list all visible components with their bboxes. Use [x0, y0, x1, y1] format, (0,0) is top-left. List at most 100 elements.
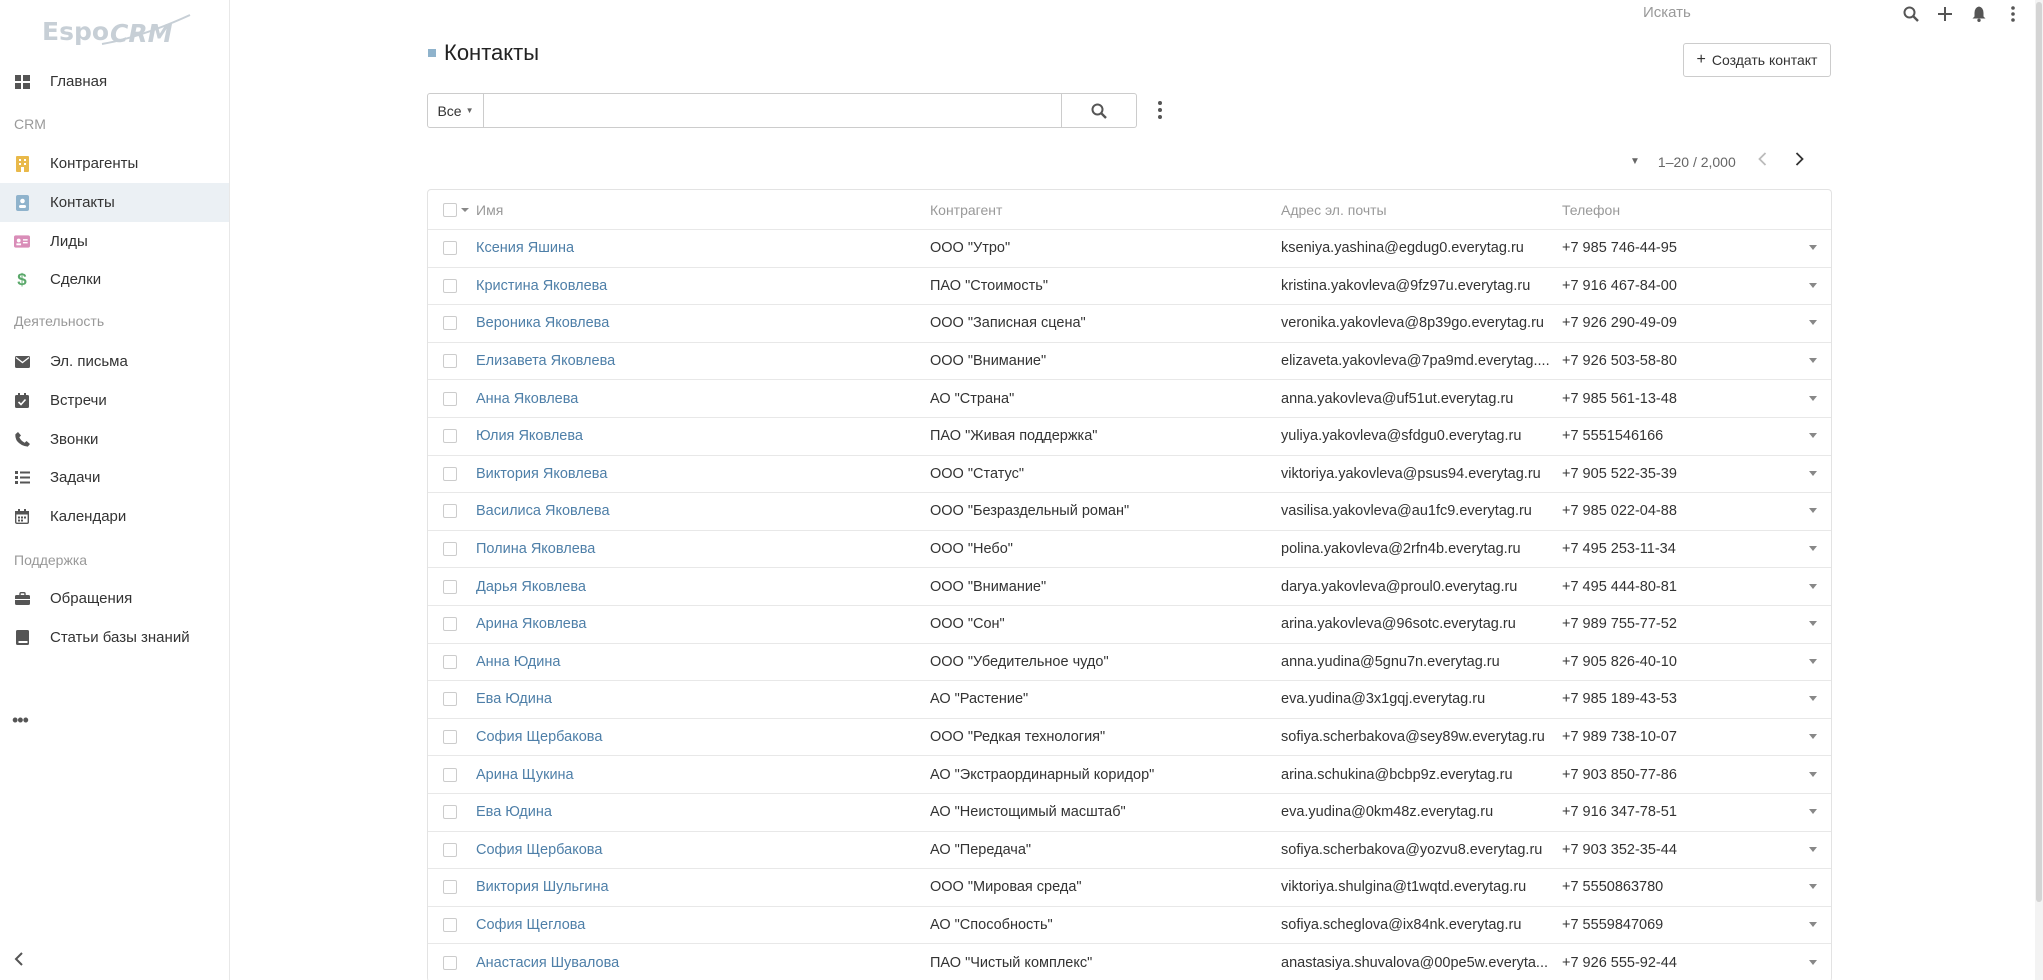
- contact-name-link[interactable]: Анна Яковлева: [476, 391, 916, 407]
- row-actions-dropdown-icon[interactable]: [1809, 696, 1817, 702]
- column-header-account[interactable]: Контрагент: [930, 202, 1270, 218]
- row-checkbox[interactable]: [443, 692, 457, 707]
- contact-name-link[interactable]: Виктория Шульгина: [476, 879, 916, 895]
- row-actions-dropdown-icon[interactable]: [1809, 282, 1817, 288]
- sidebar-item-opportunities[interactable]: $ Сделки: [0, 260, 229, 299]
- sidebar-item-calendar[interactable]: Календари: [0, 497, 229, 536]
- kebab-menu-icon[interactable]: [2005, 6, 2021, 22]
- row-checkbox[interactable]: [443, 842, 457, 857]
- row-actions-dropdown-icon[interactable]: [1809, 395, 1817, 401]
- filter-search-button[interactable]: [1062, 93, 1137, 128]
- filter-options-icon[interactable]: [1153, 98, 1167, 122]
- row-checkbox[interactable]: [443, 466, 457, 481]
- espocrm-logo[interactable]: Espo CRM: [42, 12, 192, 52]
- table-row: Полина Яковлева ООО "Небо" polina.yakovlev…: [428, 531, 1831, 569]
- page-scrollbar[interactable]: [2035, 0, 2043, 980]
- sidebar-item-home[interactable]: Главная: [0, 62, 229, 101]
- global-search-input[interactable]: Искать: [1643, 4, 1691, 21]
- row-checkbox[interactable]: [443, 955, 457, 970]
- column-header-phone[interactable]: Телефон: [1562, 202, 1742, 218]
- row-actions-dropdown-icon[interactable]: [1809, 959, 1817, 965]
- row-actions-dropdown-icon[interactable]: [1809, 809, 1817, 815]
- row-checkbox[interactable]: [443, 730, 457, 745]
- contact-name-link[interactable]: Виктория Яковлева: [476, 466, 916, 482]
- contact-name-link[interactable]: София Щербакова: [476, 842, 916, 858]
- row-checkbox[interactable]: [443, 579, 457, 594]
- scrollbar-thumb[interactable]: [2036, 2, 2042, 902]
- row-checkbox[interactable]: [443, 316, 457, 331]
- bell-icon[interactable]: [1971, 6, 1987, 22]
- sidebar-item-leads[interactable]: Лиды: [0, 222, 229, 261]
- row-actions-dropdown-icon[interactable]: [1809, 658, 1817, 664]
- filter-preset-select[interactable]: Все ▼: [427, 93, 484, 128]
- row-checkbox[interactable]: [443, 429, 457, 444]
- sidebar-item-tasks[interactable]: Задачи: [0, 458, 229, 497]
- row-actions-dropdown-icon[interactable]: [1809, 621, 1817, 627]
- row-checkbox[interactable]: [443, 241, 457, 256]
- sidebar-item-knowledge-base[interactable]: Статьи базы знаний: [0, 618, 229, 657]
- contact-name-link[interactable]: Кристина Яковлева: [476, 278, 916, 294]
- contact-name-link[interactable]: София Щербакова: [476, 729, 916, 745]
- contact-name-link[interactable]: Ксения Яшина: [476, 240, 916, 256]
- row-actions-dropdown-icon[interactable]: [1809, 921, 1817, 927]
- contact-name-link[interactable]: Вероника Яковлева: [476, 315, 916, 331]
- row-actions-dropdown-icon[interactable]: [1809, 245, 1817, 251]
- mass-action-caret-icon[interactable]: [461, 207, 469, 212]
- contact-name-link[interactable]: Юлия Яковлева: [476, 428, 916, 444]
- contact-name-link[interactable]: Арина Щукина: [476, 767, 916, 783]
- sidebar-item-calls[interactable]: Звонки: [0, 420, 229, 459]
- row-actions-dropdown-icon[interactable]: [1809, 508, 1817, 514]
- row-actions-dropdown-icon[interactable]: [1809, 546, 1817, 552]
- contact-name-link[interactable]: Полина Яковлева: [476, 541, 916, 557]
- sidebar-item-contacts[interactable]: Контакты: [0, 183, 229, 222]
- column-header-email[interactable]: Адрес эл. почты: [1281, 202, 1551, 218]
- row-checkbox[interactable]: [443, 917, 457, 932]
- filter-search-input[interactable]: [484, 93, 1062, 128]
- create-contact-button[interactable]: + Создать контакт: [1683, 43, 1831, 77]
- select-all-checkbox[interactable]: [443, 202, 457, 217]
- row-checkbox[interactable]: [443, 805, 457, 820]
- page-size-dropdown-icon[interactable]: ▼: [1630, 156, 1640, 167]
- email-address: sofiya.scheglova@ix84nk.everytag.ru: [1281, 916, 1522, 933]
- contact-name-link[interactable]: Василиса Яковлева: [476, 503, 916, 519]
- previous-page-icon[interactable]: [1757, 152, 1767, 171]
- filter-bar: Все ▼: [427, 93, 1137, 128]
- row-checkbox[interactable]: [443, 767, 457, 782]
- row-actions-dropdown-icon[interactable]: [1809, 470, 1817, 476]
- column-header-name[interactable]: Имя: [476, 202, 916, 218]
- row-actions-dropdown-icon[interactable]: [1809, 433, 1817, 439]
- row-actions-dropdown-icon[interactable]: [1809, 583, 1817, 589]
- row-checkbox[interactable]: [443, 617, 457, 632]
- contact-name-link[interactable]: Ева Юдина: [476, 691, 916, 707]
- contact-name-link[interactable]: Анастасия Шувалова: [476, 955, 916, 971]
- row-actions-dropdown-icon[interactable]: [1809, 771, 1817, 777]
- row-checkbox[interactable]: [443, 880, 457, 895]
- sidebar-item-cases[interactable]: Обращения: [0, 579, 229, 618]
- row-actions-dropdown-icon[interactable]: [1809, 846, 1817, 852]
- row-checkbox[interactable]: [443, 504, 457, 519]
- row-checkbox[interactable]: [443, 542, 457, 557]
- sidebar-item-meetings[interactable]: Встречи: [0, 381, 229, 420]
- row-actions-dropdown-icon[interactable]: [1809, 320, 1817, 326]
- contact-name-link[interactable]: Елизавета Яковлева: [476, 353, 916, 369]
- contact-name-link[interactable]: София Щеглова: [476, 917, 916, 933]
- next-page-icon[interactable]: [1795, 152, 1804, 171]
- sidebar-item-emails[interactable]: Эл. письма: [0, 342, 229, 381]
- contact-name-link[interactable]: Ева Юдина: [476, 804, 916, 820]
- row-checkbox[interactable]: [443, 354, 457, 369]
- row-actions-dropdown-icon[interactable]: [1809, 734, 1817, 740]
- contact-name-link[interactable]: Дарья Яковлева: [476, 579, 916, 595]
- sidebar-item-accounts[interactable]: Контрагенты: [0, 144, 229, 183]
- row-actions-dropdown-icon[interactable]: [1809, 358, 1817, 364]
- row-actions-dropdown-icon[interactable]: [1809, 884, 1817, 890]
- row-checkbox[interactable]: [443, 391, 457, 406]
- more-menu-icon[interactable]: •••: [12, 710, 29, 731]
- plus-icon[interactable]: [1937, 6, 1953, 22]
- row-checkbox[interactable]: [443, 654, 457, 669]
- row-checkbox[interactable]: [443, 278, 457, 293]
- contact-name-link[interactable]: Анна Юдина: [476, 654, 916, 670]
- account-name: ООО "Сон": [930, 616, 1005, 633]
- search-icon[interactable]: [1903, 6, 1919, 22]
- contact-name-link[interactable]: Арина Яковлева: [476, 616, 916, 632]
- collapse-sidebar-icon[interactable]: [14, 950, 24, 971]
